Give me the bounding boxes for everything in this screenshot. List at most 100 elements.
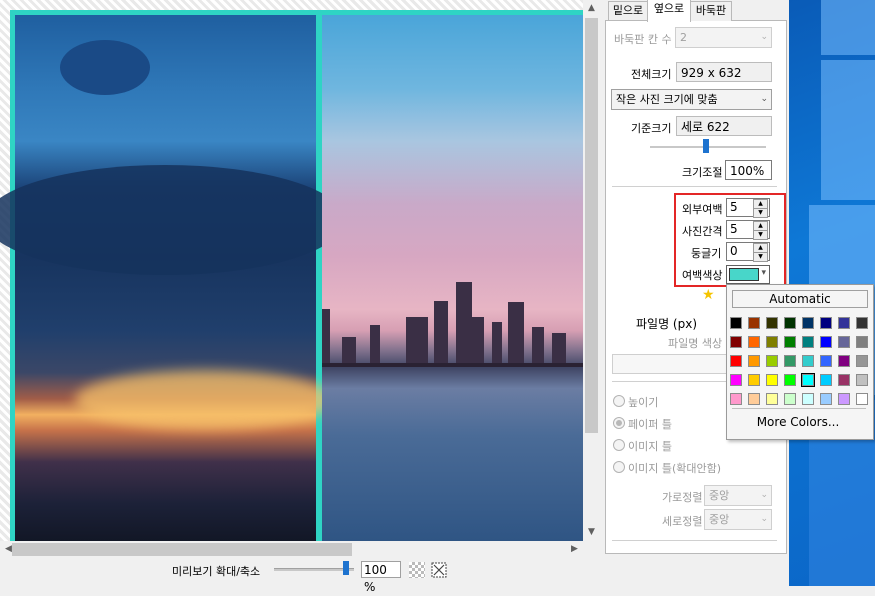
color-swatch[interactable] (730, 355, 742, 367)
scroll-right-icon[interactable]: ▶ (566, 541, 583, 558)
color-swatch[interactable] (838, 374, 850, 386)
automatic-color-button[interactable]: Automatic (732, 290, 868, 308)
more-colors-button[interactable]: More Colors... (730, 415, 866, 429)
color-swatch[interactable] (820, 355, 832, 367)
scroll-down-icon[interactable]: ▼ (583, 524, 600, 541)
radio-paper-frame[interactable] (613, 417, 625, 429)
color-swatch[interactable] (784, 336, 796, 348)
highlight-box (674, 193, 786, 287)
scale-field[interactable]: 100% (725, 160, 772, 180)
color-swatch[interactable] (748, 317, 760, 329)
radio-raise-label: 높이기 (628, 396, 659, 409)
color-swatch[interactable] (766, 317, 778, 329)
v-align-select[interactable]: 중앙 ⌄ (704, 509, 772, 530)
tab-side[interactable]: 옆으로 (647, 0, 691, 22)
color-swatch[interactable] (730, 336, 742, 348)
preview-area: ▲ ▼ ◀ ▶ 미리보기 확대/축소 100 % (0, 0, 600, 594)
grid-count-select[interactable]: 2 ⌄ (675, 27, 772, 48)
zoom-value-field[interactable]: 100 % (361, 561, 401, 594)
color-swatch[interactable] (856, 317, 868, 329)
grid-count-value: 2 (680, 31, 687, 44)
radio-raise[interactable] (613, 395, 625, 407)
tab-grid[interactable]: 바둑판 (690, 1, 732, 21)
building (508, 302, 524, 367)
preview-canvas[interactable] (0, 0, 583, 541)
color-swatch[interactable] (838, 355, 850, 367)
zoom-slider-thumb[interactable] (343, 561, 349, 575)
building (456, 282, 472, 367)
tab-label: 밑으로 (612, 4, 644, 17)
color-swatch[interactable] (730, 317, 742, 329)
scroll-up-icon[interactable]: ▲ (583, 0, 600, 17)
color-swatch[interactable] (802, 393, 814, 405)
radio-paper-frame-label: 페이퍼 틀 (628, 418, 672, 431)
radio-image-frame[interactable] (613, 439, 625, 451)
color-swatch[interactable] (820, 317, 832, 329)
divider (612, 186, 777, 187)
building (434, 301, 448, 367)
chevron-down-icon: ⌄ (760, 490, 768, 500)
total-size-label: 전체크기 (631, 68, 672, 81)
color-swatch[interactable] (784, 355, 796, 367)
color-swatch[interactable] (820, 374, 832, 386)
star-icon: ★ (702, 287, 715, 303)
building (406, 317, 428, 367)
color-swatch[interactable] (802, 336, 814, 348)
base-size-slider-thumb[interactable] (703, 139, 709, 153)
grid-count-label: 바둑판 칸 수 (614, 33, 672, 46)
color-swatch[interactable] (820, 393, 832, 405)
zoom-slider-track[interactable] (274, 568, 354, 571)
color-swatch[interactable] (838, 336, 850, 348)
filename-label: 파일명 (px) (636, 317, 698, 331)
color-swatch[interactable] (820, 336, 832, 348)
color-swatch[interactable] (748, 374, 760, 386)
tab-spacer (770, 0, 785, 20)
horizontal-scroll-thumb[interactable] (12, 543, 352, 556)
color-swatch[interactable] (748, 393, 760, 405)
tab-below[interactable]: 밑으로 (608, 1, 648, 21)
color-swatch[interactable] (748, 355, 760, 367)
color-swatch[interactable] (730, 393, 742, 405)
fit-to-window-icon[interactable] (431, 562, 447, 578)
color-swatch[interactable] (766, 374, 778, 386)
color-swatch[interactable] (856, 393, 868, 405)
vertical-scroll-thumb[interactable] (585, 18, 598, 433)
color-swatch[interactable] (784, 393, 796, 405)
cloud-shape (0, 165, 345, 275)
color-swatch[interactable] (766, 355, 778, 367)
filename-input[interactable] (612, 354, 730, 374)
chevron-down-icon: ⌄ (760, 94, 768, 104)
color-swatch[interactable] (730, 374, 742, 386)
filename-color-label: 파일명 색상 (668, 337, 723, 350)
tab-label: 바둑판 (695, 4, 727, 17)
photo-city-skyline[interactable] (322, 15, 583, 541)
h-align-value: 중앙 (709, 489, 730, 502)
color-swatch[interactable] (784, 317, 796, 329)
color-swatch[interactable] (838, 393, 850, 405)
building (492, 322, 502, 367)
divider (612, 540, 777, 541)
shoreline (322, 363, 583, 367)
color-swatch[interactable] (784, 374, 796, 386)
base-size-field: 세로 622 (676, 116, 772, 136)
color-swatch[interactable] (801, 373, 815, 387)
color-swatch[interactable] (856, 355, 868, 367)
h-align-select[interactable]: 중앙 ⌄ (704, 485, 772, 506)
total-size-field: 929 x 632 (676, 62, 772, 82)
color-swatch[interactable] (802, 317, 814, 329)
radio-image-frame-no-zoom[interactable] (613, 461, 625, 473)
color-swatch[interactable] (748, 336, 760, 348)
color-swatch[interactable] (856, 336, 868, 348)
zoom-label: 미리보기 확대/축소 (172, 565, 261, 578)
building (472, 317, 484, 367)
fit-option-select[interactable]: 작은 사진 크기에 맞춤 ⌄ (611, 89, 772, 110)
color-swatch[interactable] (838, 317, 850, 329)
color-swatch[interactable] (766, 336, 778, 348)
photo-sunset-clouds[interactable] (0, 15, 345, 541)
color-swatch[interactable] (802, 355, 814, 367)
transparency-checker-icon[interactable] (409, 562, 425, 578)
h-align-label: 가로정렬 (662, 491, 703, 504)
chevron-down-icon: ⌄ (760, 32, 768, 42)
color-swatch[interactable] (856, 374, 868, 386)
color-swatch[interactable] (766, 393, 778, 405)
